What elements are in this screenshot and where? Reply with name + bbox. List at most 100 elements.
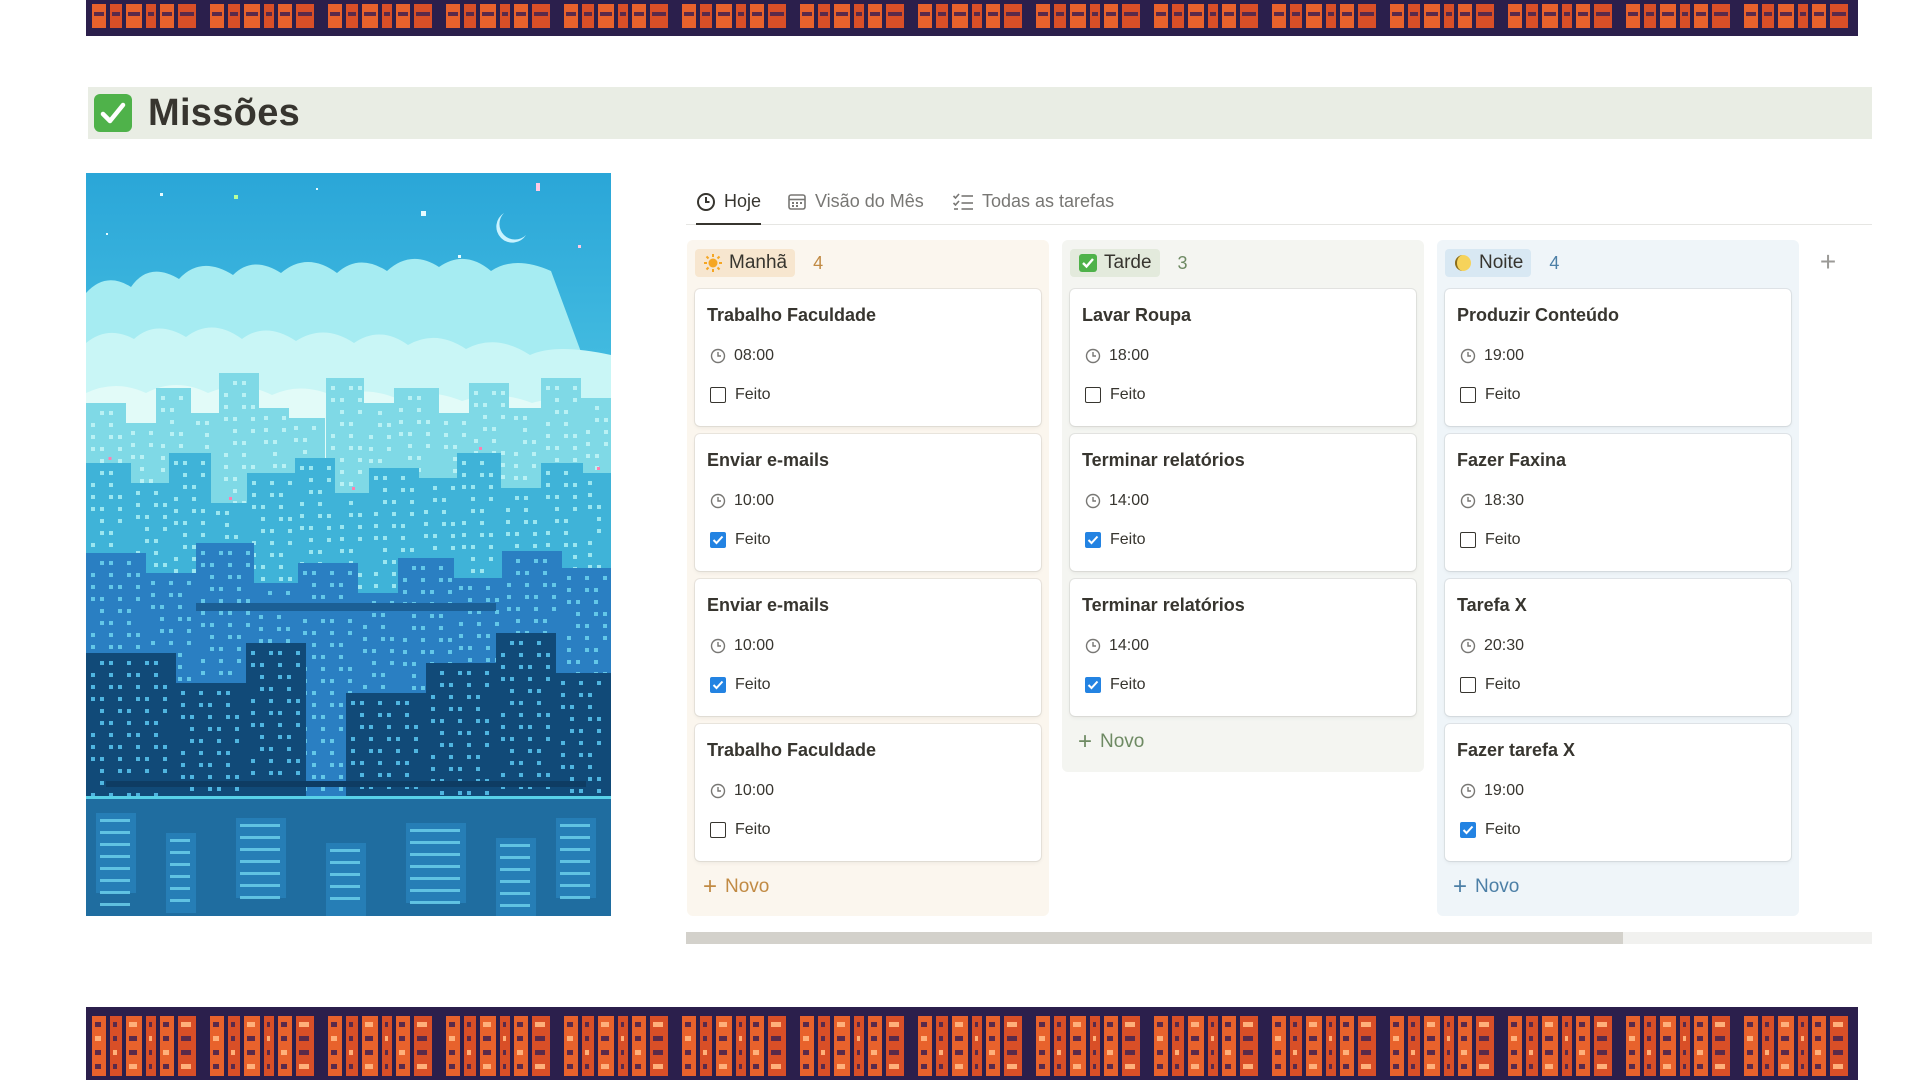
column-header: Noite 4 [1445,248,1559,278]
add-column-button[interactable]: + [1810,244,1846,280]
column-group-pill[interactable]: Manhã [695,249,796,277]
task-card[interactable]: Fazer Faxina 18:30 Feito [1445,434,1791,571]
board-column-tarde: Tarde 3 Lavar Roupa 18:00 Feito Terminar… [1062,240,1424,772]
top-pixel-banner [86,0,1858,36]
task-card[interactable]: Trabalho Faculdade 08:00 Feito [695,289,1041,426]
done-checkbox[interactable] [710,677,726,693]
tab-visao-do-mes-label: Visão do Mês [815,191,924,211]
done-label: Feito [735,676,771,693]
done-checkbox[interactable] [1460,822,1476,838]
done-label: Feito [735,386,771,403]
clock-icon [710,638,726,654]
column-title: Tarde [1104,252,1152,273]
task-done-field: Feito [1085,531,1146,549]
check-mark-button-emoji-icon [94,94,132,132]
column-group-pill[interactable]: Noite [1445,249,1532,277]
board-column-noite: Noite 4 Produzir Conteúdo 19:00 Feito Fa… [1437,240,1799,916]
task-title: Fazer Faxina [1457,450,1567,470]
done-checkbox[interactable] [710,532,726,548]
done-checkbox[interactable] [1085,677,1101,693]
plus-icon: + [703,873,718,900]
done-checkbox[interactable] [1460,677,1476,693]
task-done-field: Feito [1085,386,1146,404]
task-time: 14:00 [1085,492,1149,510]
task-card[interactable]: Fazer tarefa X 19:00 Feito [1445,724,1791,861]
plus-icon: + [1078,728,1093,755]
task-time: 19:00 [1460,347,1524,365]
task-time: 20:30 [1460,637,1524,655]
tab-todas-as-tarefas[interactable]: Todas as tarefas [952,180,1114,223]
sun-icon [703,253,723,273]
task-done-field: Feito [710,386,771,404]
done-checkbox[interactable] [710,387,726,403]
task-time: 08:00 [710,347,774,365]
done-label: Feito [1485,531,1521,548]
task-title: Enviar e-mails [707,595,830,615]
tab-visao-do-mes[interactable]: Visão do Mês [787,180,924,223]
clock-icon [1085,638,1101,654]
done-checkbox[interactable] [1085,532,1101,548]
column-group-pill[interactable]: Tarde [1070,249,1160,277]
done-checkbox[interactable] [1085,387,1101,403]
column-count: 4 [813,252,824,273]
task-card[interactable]: Enviar e-mails 10:00 Feito [695,434,1041,571]
task-title: Trabalho Faculdade [707,305,877,325]
task-card[interactable]: Terminar relatórios 14:00 Feito [1070,434,1416,571]
calendar-icon [787,192,807,212]
clock-icon [1460,493,1476,509]
task-time-value: 19:00 [1484,782,1525,799]
column-count: 3 [1177,252,1188,273]
task-title: Terminar relatórios [1082,450,1245,470]
task-time-value: 20:30 [1484,637,1525,654]
done-label: Feito [735,531,771,548]
task-card[interactable]: Enviar e-mails 10:00 Feito [695,579,1041,716]
pixel-pattern-top [86,0,1858,32]
done-checkbox[interactable] [1460,387,1476,403]
moon-icon [1453,253,1473,273]
new-card-button[interactable]: + Novo [703,875,769,899]
pixel-pattern-bottom [86,1012,1858,1080]
clock-icon [1460,638,1476,654]
task-time-value: 10:00 [734,492,775,509]
task-title: Enviar e-mails [707,450,830,470]
pixel-city-illustration [86,173,611,916]
column-header: Tarde 3 [1070,248,1188,278]
tab-hoje[interactable]: Hoje [696,180,762,225]
task-title: Fazer tarefa X [1457,740,1576,760]
task-time-value: 10:00 [734,782,775,799]
column-header: Manhã 4 [695,248,823,278]
task-done-field: Feito [710,676,771,694]
clock-icon [710,493,726,509]
column-title: Manhã [729,252,788,273]
task-done-field: Feito [1460,821,1521,839]
task-card[interactable]: Terminar relatórios 14:00 Feito [1070,579,1416,716]
task-time-value: 14:00 [1109,637,1150,654]
board-column-manha: Manhã 4 Trabalho Faculdade 08:00 Feito E… [687,240,1049,916]
tab-todas-as-tarefas-label: Todas as tarefas [982,191,1115,211]
done-checkbox[interactable] [1460,532,1476,548]
task-card[interactable]: Trabalho Faculdade 10:00 Feito [695,724,1041,861]
task-time-value: 08:00 [734,347,775,364]
task-card[interactable]: Lavar Roupa 18:00 Feito [1070,289,1416,426]
done-checkbox[interactable] [710,822,726,838]
new-card-button[interactable]: + Novo [1453,875,1519,899]
task-card[interactable]: Tarefa X 20:30 Feito [1445,579,1791,716]
task-time: 14:00 [1085,637,1149,655]
column-title: Noite [1479,252,1524,273]
task-time: 19:00 [1460,782,1524,800]
task-time: 10:00 [710,637,774,655]
new-card-button[interactable]: + Novo [1078,730,1144,754]
column-count: 4 [1549,252,1560,273]
done-label: Feito [1110,676,1146,693]
done-label: Feito [1110,386,1146,403]
horizontal-scrollbar[interactable] [686,932,1872,944]
new-card-label: Novo [1475,876,1520,897]
task-title: Terminar relatórios [1082,595,1245,615]
done-label: Feito [735,821,771,838]
task-time: 10:00 [710,492,774,510]
task-title: Trabalho Faculdade [707,740,877,760]
task-time: 18:00 [1085,347,1149,365]
scrollbar-thumb[interactable] [686,932,1623,944]
task-card[interactable]: Produzir Conteúdo 19:00 Feito [1445,289,1791,426]
done-label: Feito [1485,821,1521,838]
